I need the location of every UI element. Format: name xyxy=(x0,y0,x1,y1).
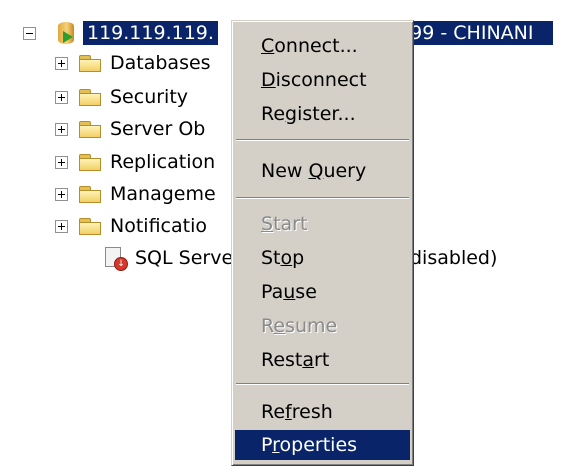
tree-node-label[interactable]: Databases xyxy=(110,52,211,74)
tree-node-sql-server-agent[interactable]: ↓ SQL Serve xyxy=(103,242,233,274)
server-icon xyxy=(57,21,77,45)
tree-node-label[interactable]: Notificatio xyxy=(110,215,207,237)
folder-icon xyxy=(79,54,101,72)
menu-item-start: Start xyxy=(261,213,308,235)
tree-node-security[interactable]: Security xyxy=(55,81,188,113)
expand-icon[interactable] xyxy=(55,56,68,70)
tree-node-replication[interactable]: Replication xyxy=(55,146,215,178)
folder-icon xyxy=(79,185,101,203)
menu-item-register[interactable]: Register... xyxy=(235,99,410,129)
menu-item-refresh[interactable]: Refresh xyxy=(235,397,410,427)
collapse-icon[interactable] xyxy=(23,26,36,40)
tree-node-label[interactable]: Manageme xyxy=(110,183,216,205)
expand-icon[interactable] xyxy=(55,187,68,201)
folder-icon xyxy=(79,88,101,106)
server-node-label[interactable]: 119.119.119. xyxy=(83,21,218,45)
menu-item-restart[interactable]: Restart xyxy=(235,345,410,375)
menu-item-resume: Resume xyxy=(261,315,338,337)
server-node[interactable]: 119.119.119. 1399 - CHINANI xyxy=(23,17,554,49)
tree-node-label[interactable]: Server Ob xyxy=(110,118,205,140)
tree-node-notification-services[interactable]: Notificatio xyxy=(55,210,207,242)
menu-item-connect[interactable]: Connect... xyxy=(235,31,410,61)
tree-node-management[interactable]: Manageme xyxy=(55,178,216,210)
expand-icon[interactable] xyxy=(55,155,68,169)
menu-item-disconnect[interactable]: Disconnect xyxy=(235,65,410,95)
tree-node-label[interactable]: Replication xyxy=(110,151,215,173)
menu-separator xyxy=(236,197,409,199)
context-menu: Connect... Disconnect Register... New Qu… xyxy=(231,20,414,466)
tree-node-label[interactable]: SQL Serve xyxy=(135,247,233,269)
tree-node-label-suffix: disabled) xyxy=(410,247,498,269)
menu-separator xyxy=(236,383,409,385)
expand-icon[interactable] xyxy=(55,90,68,104)
expand-icon[interactable] xyxy=(55,122,68,136)
menu-item-new-query[interactable]: New Query xyxy=(235,156,410,186)
expand-icon[interactable] xyxy=(55,219,68,233)
menu-item-properties[interactable]: Properties xyxy=(235,430,410,460)
menu-item-pause[interactable]: Pause xyxy=(235,277,410,307)
tree-node-databases[interactable]: Databases xyxy=(55,47,211,79)
folder-icon xyxy=(79,120,101,138)
folder-icon xyxy=(79,153,101,171)
folder-icon xyxy=(79,217,101,235)
menu-separator xyxy=(236,139,409,141)
sql-agent-disabled-icon: ↓ xyxy=(103,246,128,271)
tree-node-sql-server-agent-suffix: disabled) xyxy=(410,242,497,274)
menu-item-stop[interactable]: Stop xyxy=(235,243,410,273)
tree-node-label[interactable]: Security xyxy=(110,86,188,108)
tree-node-server-objects[interactable]: Server Ob xyxy=(55,113,205,145)
